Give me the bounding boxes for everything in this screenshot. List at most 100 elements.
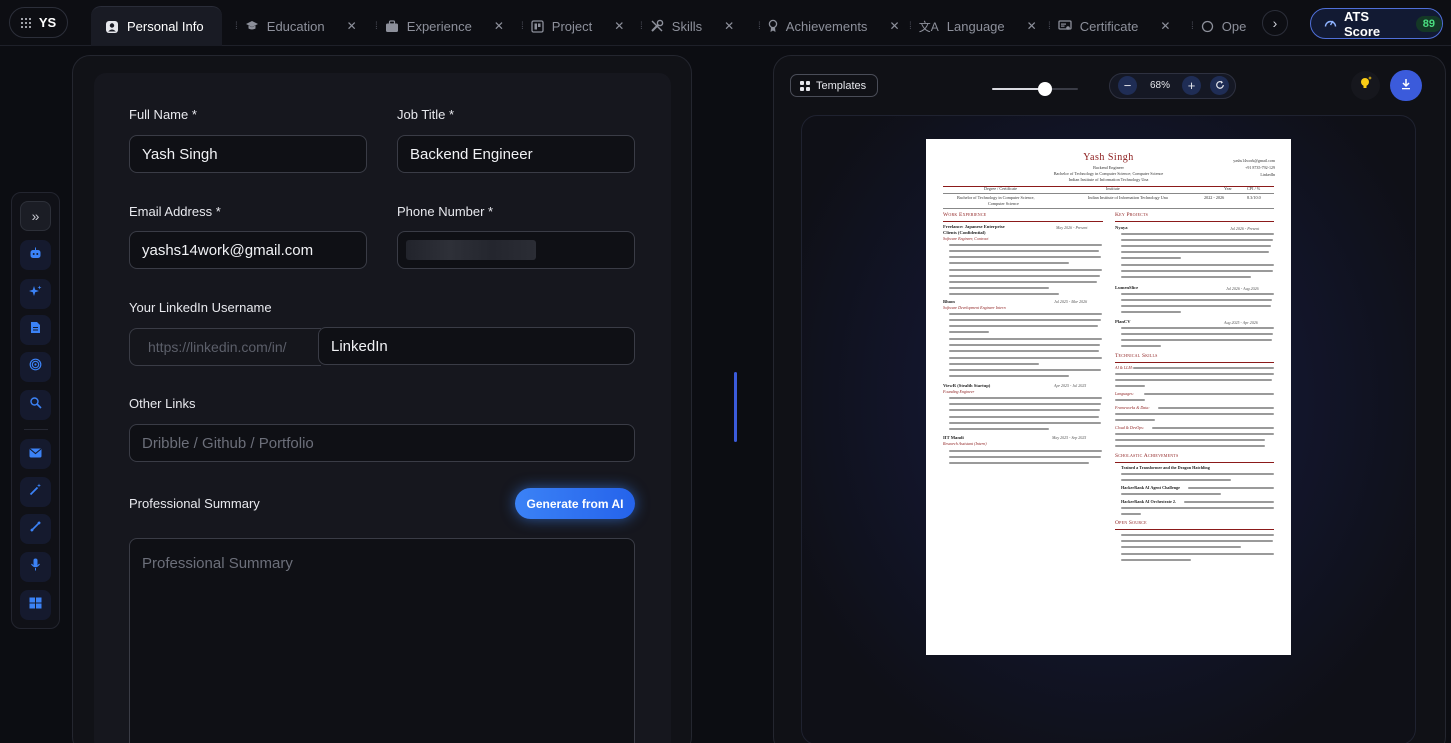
text-line — [949, 250, 1099, 253]
panel-resize-handle[interactable] — [734, 372, 737, 442]
drag-handle-icon[interactable]: ⁞ — [758, 21, 761, 32]
text-line — [1121, 479, 1231, 482]
resume-institute: Indian Institute of Information Technolo… — [1068, 177, 1149, 182]
edu-field: Computer Science — [988, 201, 1019, 206]
linkedin-label: Your LinkedIn Username — [129, 300, 272, 315]
text-line — [1121, 345, 1161, 348]
download-button[interactable] — [1390, 70, 1422, 101]
tab-label: Achievements — [785, 18, 868, 34]
section-scholastic-achievements: Scholastic Achievements — [1115, 453, 1179, 459]
tools-icon — [650, 19, 664, 33]
download-icon — [1400, 77, 1412, 95]
text-line — [949, 450, 1102, 453]
linkedin-username-field[interactable]: LinkedIn — [318, 327, 635, 365]
close-icon[interactable]: ✕ — [347, 19, 357, 33]
tab-project[interactable]: ⁞ Project ✕ — [521, 6, 624, 46]
work-role: Software Development Engineer Intern — [943, 305, 1006, 310]
email-label: Email Address * — [129, 204, 221, 219]
tab-label: Experience — [406, 18, 472, 34]
project-name: PlanCV — [1115, 319, 1131, 324]
text-line — [1115, 379, 1272, 382]
drag-handle-icon[interactable]: ⁞ — [1191, 21, 1194, 32]
text-line — [1121, 270, 1273, 273]
close-icon[interactable]: ✕ — [1027, 19, 1037, 33]
text-line — [1121, 299, 1272, 302]
document-icon — [30, 321, 41, 339]
resume-rule — [943, 221, 1103, 222]
expand-sidebar-button[interactable]: » — [20, 201, 51, 231]
text-line — [1152, 427, 1274, 430]
achievement-title: HackerRank AI Orchestrate 2. — [1121, 499, 1177, 504]
templates-button[interactable]: Templates — [790, 74, 878, 97]
reset-zoom-button[interactable] — [1210, 76, 1229, 95]
tabs-scroll-right-button[interactable]: › — [1262, 10, 1288, 36]
full-name-field[interactable]: Yash Singh — [129, 135, 367, 173]
zoom-in-button[interactable]: + — [1182, 76, 1201, 95]
graduation-cap-icon — [245, 20, 259, 32]
drag-handle-icon[interactable]: ⁞ — [235, 21, 238, 32]
email-field[interactable]: yashs14work@gmail.com — [129, 231, 367, 269]
tab-achievements[interactable]: ⁞ Achievements ✕ — [758, 6, 900, 46]
mail-icon — [29, 445, 42, 463]
tips-button[interactable] — [1351, 71, 1380, 100]
tab-label: Education — [266, 18, 325, 34]
tab-experience[interactable]: ⁞ Experience ✕ — [375, 6, 504, 46]
document-button[interactable] — [20, 315, 51, 345]
summary-textarea[interactable]: Professional Summary — [129, 538, 635, 743]
text-line — [949, 275, 1100, 278]
zoom-out-button[interactable]: − — [1118, 76, 1137, 95]
tab-label: Skills — [671, 18, 703, 34]
briefcase-icon — [385, 19, 399, 33]
tab-education[interactable]: ⁞ Education ✕ — [235, 6, 357, 46]
drag-handle-icon[interactable]: ⁞ — [1048, 21, 1051, 32]
minus-icon: − — [1123, 78, 1132, 93]
tab-certificate[interactable]: ⁞ Certificate ✕ — [1048, 6, 1170, 46]
drag-handle-icon[interactable]: ⁞ — [640, 21, 643, 32]
microphone-icon — [30, 558, 41, 576]
resume-preview-page[interactable]: Yash Singh Backend Engineer Bachelor of … — [926, 139, 1291, 655]
generate-from-ai-button[interactable]: Generate from AI — [515, 488, 635, 519]
ats-score-button[interactable]: ATS Score 89 — [1310, 8, 1443, 39]
work-date: May 2025 - Sep 2025 — [1052, 435, 1087, 440]
drag-handle-icon[interactable]: ⁞ — [909, 21, 912, 32]
summary-label: Professional Summary — [129, 496, 260, 511]
text-line — [1115, 385, 1145, 388]
mail-button[interactable] — [20, 439, 51, 469]
job-search-button[interactable] — [20, 390, 51, 420]
close-icon[interactable]: ✕ — [1160, 19, 1170, 33]
drag-handle-icon[interactable]: ⁞ — [375, 21, 378, 32]
gauge-icon — [1324, 16, 1337, 31]
text-line — [1121, 305, 1271, 308]
close-icon[interactable]: ✕ — [614, 19, 624, 33]
other-links-field[interactable]: Dribble / Github / Portfolio — [129, 424, 635, 462]
text-line — [1121, 245, 1271, 248]
tab-skills[interactable]: ⁞ Skills ✕ — [640, 6, 734, 46]
job-title-field[interactable]: Backend Engineer — [397, 135, 635, 173]
resume-rule — [1115, 221, 1274, 222]
tab-language[interactable]: ⁞ 文A Language ✕ — [909, 6, 1037, 46]
dashboard-button[interactable] — [20, 590, 51, 620]
other-links-label: Other Links — [129, 396, 196, 411]
text-line — [1121, 546, 1241, 549]
magic-wand-button[interactable] — [20, 477, 51, 507]
drag-handle-icon[interactable]: ⁞ — [521, 21, 524, 32]
sparkle-button[interactable] — [20, 279, 51, 309]
section-tabs: Personal Info ⁞ Education ✕ ⁞ Experience… — [88, 6, 1258, 46]
close-icon[interactable]: ✕ — [724, 19, 734, 33]
diagonal-button[interactable] — [20, 514, 51, 544]
close-icon[interactable]: ✕ — [494, 19, 504, 33]
fingerprint-button[interactable] — [20, 352, 51, 382]
work-company-line2: Clients (Confidential) — [943, 230, 986, 235]
phone-label: Phone Number * — [397, 204, 494, 219]
app-menu-button[interactable]: YS — [9, 7, 68, 38]
ai-assistant-button[interactable] — [20, 240, 51, 270]
resume-degree: Bachelor of Technology in Computer Scien… — [1053, 171, 1164, 176]
close-icon[interactable]: ✕ — [889, 19, 899, 33]
text-line — [1121, 559, 1191, 562]
microphone-button[interactable] — [20, 552, 51, 582]
tab-personal-info[interactable]: Personal Info — [91, 6, 222, 46]
tab-open-source[interactable]: ⁞ Ope — [1191, 6, 1246, 46]
robot-icon — [29, 246, 42, 264]
achievement-title: HackerRank AI Agent Challenge — [1121, 485, 1180, 490]
toolbar-divider — [24, 429, 48, 430]
